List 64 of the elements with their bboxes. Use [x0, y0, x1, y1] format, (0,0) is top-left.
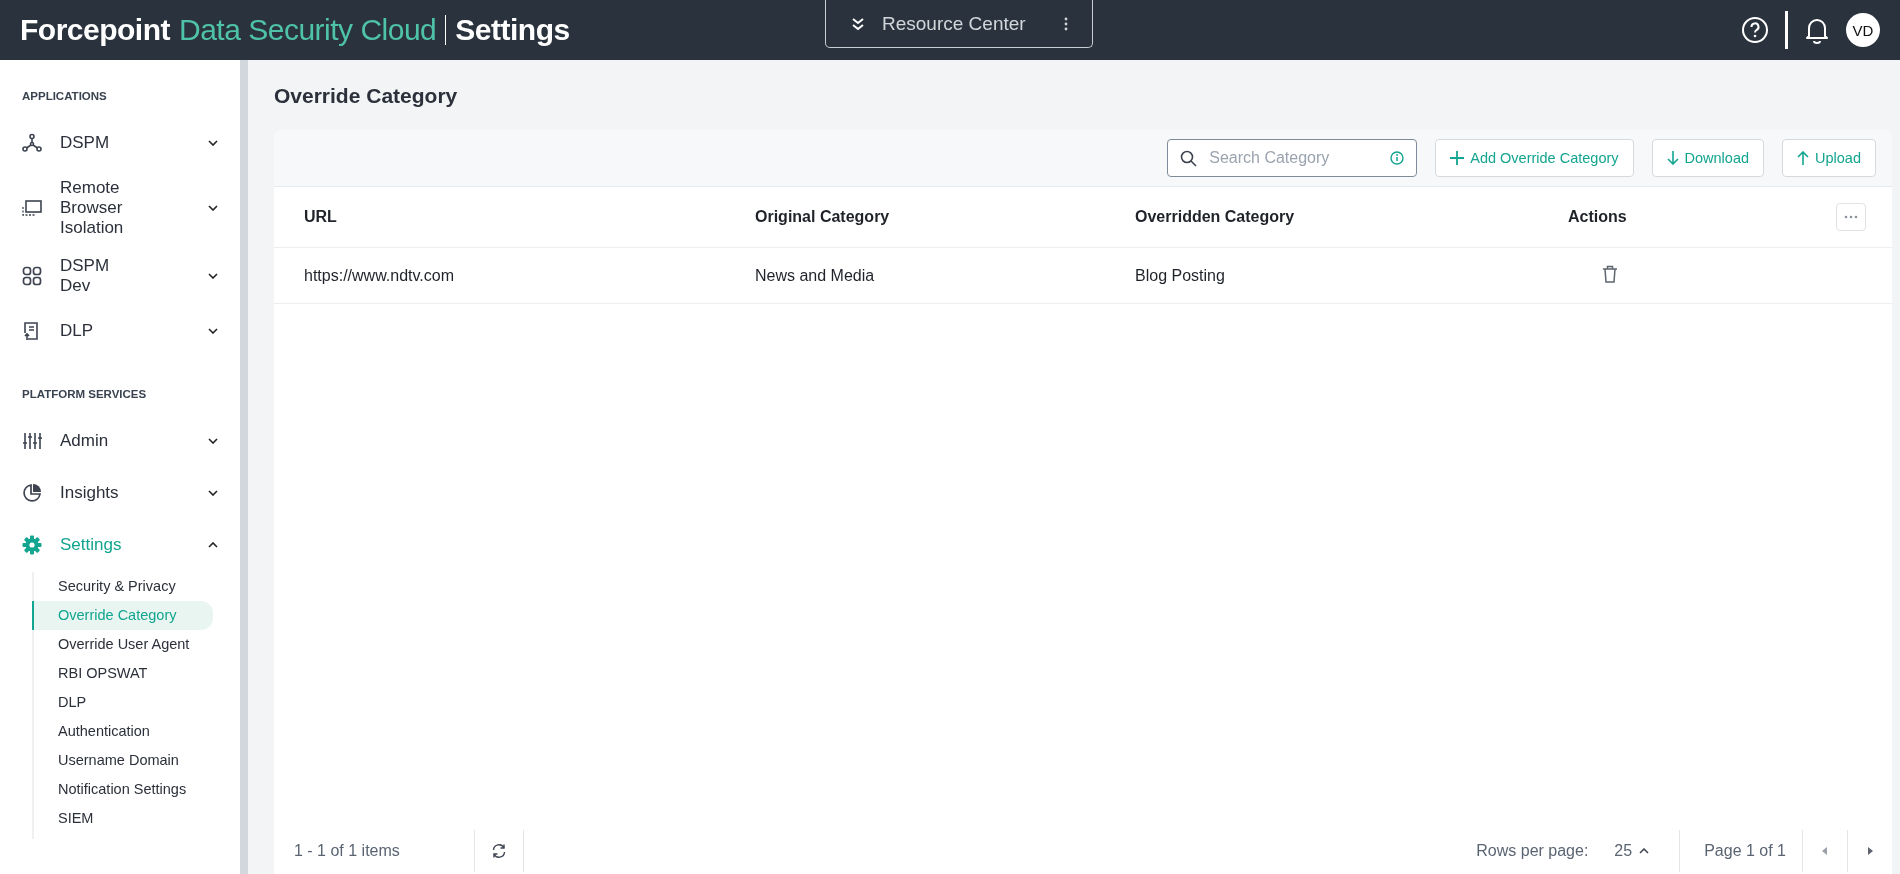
sidebar-subitem[interactable]: Notification Settings [32, 775, 213, 804]
info-icon [1390, 151, 1405, 165]
page-title: Override Category [274, 84, 459, 108]
sidebar-subitem[interactable]: SIEM [32, 804, 213, 833]
chevron-down-icon [208, 438, 218, 444]
caret-left-icon [1822, 847, 1828, 855]
item-range: 1 - 1 of 1 items [294, 842, 401, 860]
chevron-up-icon [208, 542, 218, 548]
plus-icon [1450, 151, 1465, 165]
more-horizontal-icon [1844, 215, 1858, 219]
section-heading: APPLICATIONS [21, 90, 108, 102]
help-icon[interactable] [1741, 16, 1769, 44]
chevron-down-icon [208, 328, 218, 334]
user-avatar[interactable]: VD [1846, 13, 1880, 47]
arrow-up-icon [1797, 151, 1810, 165]
section-heading: PLATFORM SERVICES [21, 388, 148, 400]
resource-center-button[interactable]: Resource Center [825, 0, 1093, 48]
sidebar-subitem[interactable]: Authentication [32, 717, 213, 746]
grid-icon [22, 266, 42, 286]
pie-chart-icon [22, 483, 42, 503]
rows-per-page-select[interactable]: 25 [1608, 841, 1656, 861]
column-header: URL [304, 208, 338, 226]
sidebar-subitem[interactable]: DLP [32, 688, 213, 717]
sidebar-subitem[interactable]: Username Domain [32, 746, 213, 775]
monitor-icon [22, 199, 42, 217]
column-header: Original Category [755, 208, 891, 226]
brand-name: Forcepoint [20, 13, 170, 47]
sidebar-subitem[interactable]: Override User Agent [32, 630, 213, 659]
column-header: Overridden Category [1135, 208, 1296, 226]
column-header: Actions [1568, 208, 1628, 226]
arrow-down-icon [1666, 151, 1679, 165]
sidebar-item[interactable]: Remote Browser Isolation [0, 178, 240, 238]
chevron-up-icon [1639, 848, 1650, 854]
sidebar-item[interactable]: DLP [0, 314, 240, 348]
page-indicator: Page 1 of 1 [1703, 842, 1787, 860]
sidebar-subitem[interactable]: Security & Privacy [32, 572, 213, 601]
sidebar-scrollbar[interactable] [240, 60, 248, 874]
double-chevron-down-icon [850, 15, 866, 32]
caret-right-icon [1867, 847, 1873, 855]
network-nodes-icon [22, 133, 42, 153]
gear-icon [22, 535, 42, 555]
trash-icon[interactable] [1602, 264, 1618, 283]
search-box[interactable]: Search Category [1167, 139, 1418, 177]
document-upload-icon [22, 321, 40, 341]
sidebar-item[interactable]: Insights [0, 476, 240, 510]
bell-icon[interactable] [1804, 16, 1830, 44]
table-cell-text: https://www.ndtv.com [304, 266, 455, 285]
sidebar-item[interactable]: Admin [0, 424, 240, 458]
search-icon [1180, 149, 1198, 167]
sliders-icon [22, 431, 42, 451]
rows-per-page-label: Rows per page: [1476, 842, 1589, 860]
table-cell-text: News and Media [755, 266, 876, 285]
product-name: Data Security Cloud [179, 13, 437, 47]
section-title: Settings [455, 13, 570, 47]
refresh-icon[interactable] [491, 843, 507, 859]
sidebar-item[interactable]: DSPM Dev [0, 256, 240, 296]
sidebar-item[interactable]: DSPM [0, 126, 240, 160]
chevron-down-icon [208, 205, 218, 211]
table-cell-text: Blog Posting [1135, 266, 1226, 285]
more-vertical-icon [1064, 16, 1068, 31]
sidebar-subitem[interactable]: RBI OPSWAT [32, 659, 213, 688]
chevron-down-icon [208, 273, 218, 279]
chevron-down-icon [208, 490, 218, 496]
chevron-down-icon [208, 140, 218, 146]
